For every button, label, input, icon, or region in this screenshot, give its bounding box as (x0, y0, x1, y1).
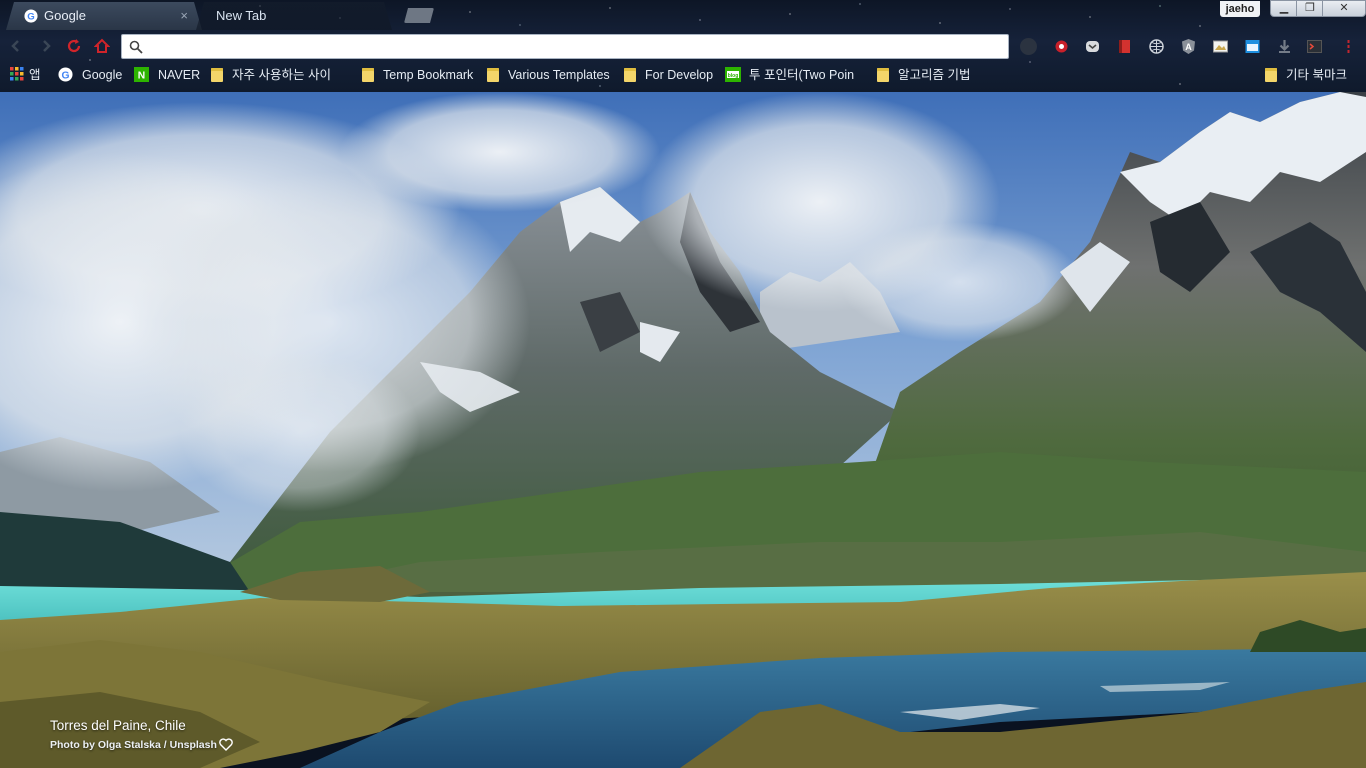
svg-text:blog: blog (728, 73, 739, 79)
bookmark-label: NAVER (158, 68, 201, 82)
bookmark-label: 앱 (29, 68, 41, 82)
ext-pocket-icon[interactable] (1084, 38, 1101, 55)
naver-icon: N (134, 67, 149, 82)
folder-icon (362, 68, 374, 82)
apps-grid-icon (10, 67, 24, 81)
bookmark-label: 자주 사용하는 사이 (232, 68, 331, 82)
folder-icon (624, 68, 636, 82)
ext-bug-icon[interactable] (1053, 38, 1070, 55)
photo-location: Torres del Paine, Chile (50, 718, 186, 733)
folder-icon (1265, 68, 1277, 82)
google-favicon: G (58, 67, 73, 82)
ext-angular-icon[interactable]: A (1180, 38, 1197, 55)
close-window-button[interactable]: ✕ (1322, 0, 1366, 17)
ext-download-icon[interactable] (1276, 38, 1293, 55)
bookmark-label: 알고리즘 기법 (898, 68, 971, 82)
svg-text:G: G (27, 12, 34, 23)
bookmark-google[interactable]: G Google (58, 66, 122, 84)
ext-globe-icon[interactable] (1148, 38, 1165, 55)
menu-icon[interactable] (1340, 38, 1357, 55)
ext-window-icon[interactable] (1244, 38, 1261, 55)
svg-text:G: G (61, 70, 69, 81)
bookmark-label: 기타 북마크 (1286, 68, 1347, 82)
ext-book-icon[interactable] (1116, 38, 1133, 55)
ext-terminal-icon[interactable] (1306, 38, 1323, 55)
browser-chrome: G Google × New Tab jaeho ▁ ❐ ✕ A 앱 G Goo… (0, 0, 1366, 92)
bookmark-folder-develop[interactable]: For Develop (624, 66, 713, 84)
bookmark-label: Various Templates (508, 68, 610, 82)
minimize-button[interactable]: ▁ (1270, 0, 1298, 17)
folder-icon (211, 68, 223, 82)
forward-icon[interactable] (38, 38, 54, 54)
ext-circle-icon[interactable] (1020, 38, 1037, 55)
reload-icon[interactable] (66, 38, 82, 54)
blog-icon: blog (725, 67, 741, 82)
bookmark-folder-temp[interactable]: Temp Bookmark (362, 66, 473, 84)
folder-icon (487, 68, 499, 82)
folder-icon (877, 68, 889, 82)
bookmark-label: Google (82, 68, 123, 82)
background-photo (0, 92, 1366, 768)
bookmark-naver[interactable]: N NAVER (134, 66, 200, 84)
google-favicon: G (24, 9, 38, 23)
photo-credit[interactable]: Photo by Olga Stalska / Unsplash (50, 739, 217, 751)
ext-image-icon[interactable] (1212, 38, 1229, 55)
home-icon[interactable] (94, 38, 110, 54)
restore-button[interactable]: ❐ (1296, 0, 1324, 17)
bookmark-folder-templates[interactable]: Various Templates (487, 66, 610, 84)
bookmark-apps[interactable]: 앱 (10, 66, 41, 84)
omnibox[interactable] (121, 34, 1009, 59)
tab-title: New Tab (216, 8, 267, 23)
new-tab-button[interactable] (404, 8, 434, 23)
svg-text:N: N (138, 71, 145, 82)
bookmark-other[interactable]: 기타 북마크 (1265, 66, 1347, 84)
profile-button[interactable]: jaeho (1220, 1, 1260, 17)
svg-text:A: A (1185, 42, 1192, 52)
tab-new-tab[interactable]: New Tab (196, 2, 392, 30)
address-input[interactable] (148, 37, 998, 56)
tab-title: Google (44, 8, 86, 23)
bookmark-two-pointer[interactable]: blog 투 포인터(Two Poin (725, 66, 854, 84)
bookmark-label: 투 포인터(Two Poin (749, 68, 855, 82)
heart-icon[interactable] (219, 738, 233, 751)
bookmark-folder-frequent[interactable]: 자주 사용하는 사이 (211, 66, 331, 84)
bookmark-label: For Develop (645, 68, 714, 82)
bookmark-folder-algorithm[interactable]: 알고리즘 기법 (877, 66, 970, 84)
tab-close-button[interactable]: × (180, 2, 188, 30)
search-icon (129, 40, 143, 54)
bookmark-label: Temp Bookmark (383, 68, 474, 82)
tab-google[interactable]: G Google × (6, 2, 202, 30)
back-icon[interactable] (8, 38, 24, 54)
